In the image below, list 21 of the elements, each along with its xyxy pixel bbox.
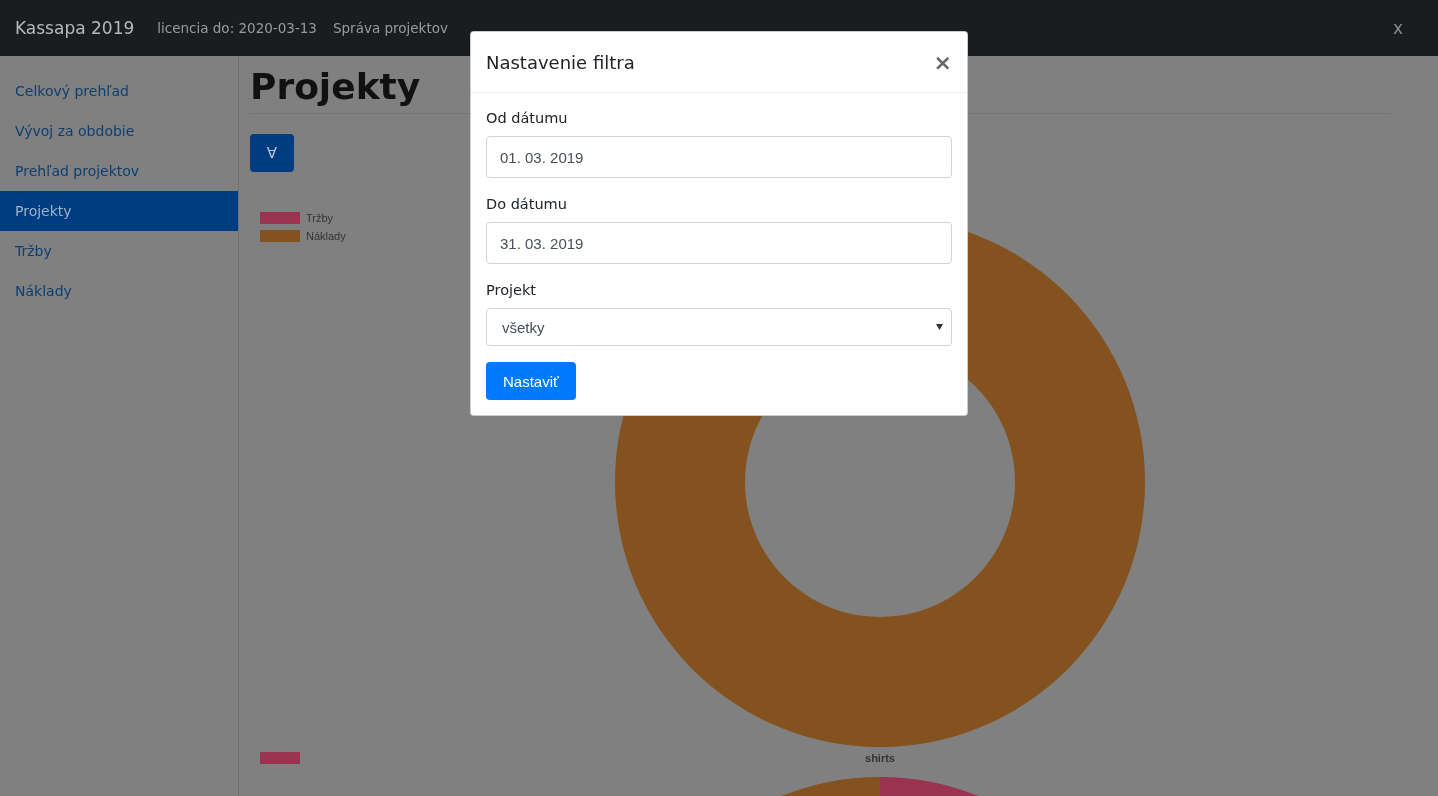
brand-name: Kassapa 2019 [15,18,135,38]
license-text: licencia do: 2020-03-13 [157,20,317,36]
logout-button[interactable]: x [1372,18,1423,38]
sidebar-item[interactable]: Tržby [0,231,238,271]
sidebar-item[interactable]: Projekty [0,191,238,231]
chart-title: shirts [865,752,895,764]
sidebar-item[interactable]: Náklady [0,271,238,311]
legend-label: Náklady [306,230,346,242]
field-label: Do dátumu [486,196,568,212]
sidebar-item[interactable]: Vývoj za obdobie [0,111,238,151]
nav-link[interactable]: Správa projektov [332,20,448,36]
caret-icon [936,324,943,330]
sidebar-item[interactable]: Prehľad projektov [0,151,238,191]
legend-label: Tržby [306,212,334,224]
field-label: Projekt [486,282,538,298]
date-field[interactable]: 31. 03. 2019 [486,222,952,264]
sidebar-item[interactable]: Celkový prehľad [0,71,238,111]
date-field[interactable]: 01. 03. 2019 [486,136,952,178]
filter-button[interactable]: ∀ [250,134,294,172]
submit-button[interactable]: Nastaviť [486,362,576,400]
project-select[interactable]: všetky [486,308,952,346]
